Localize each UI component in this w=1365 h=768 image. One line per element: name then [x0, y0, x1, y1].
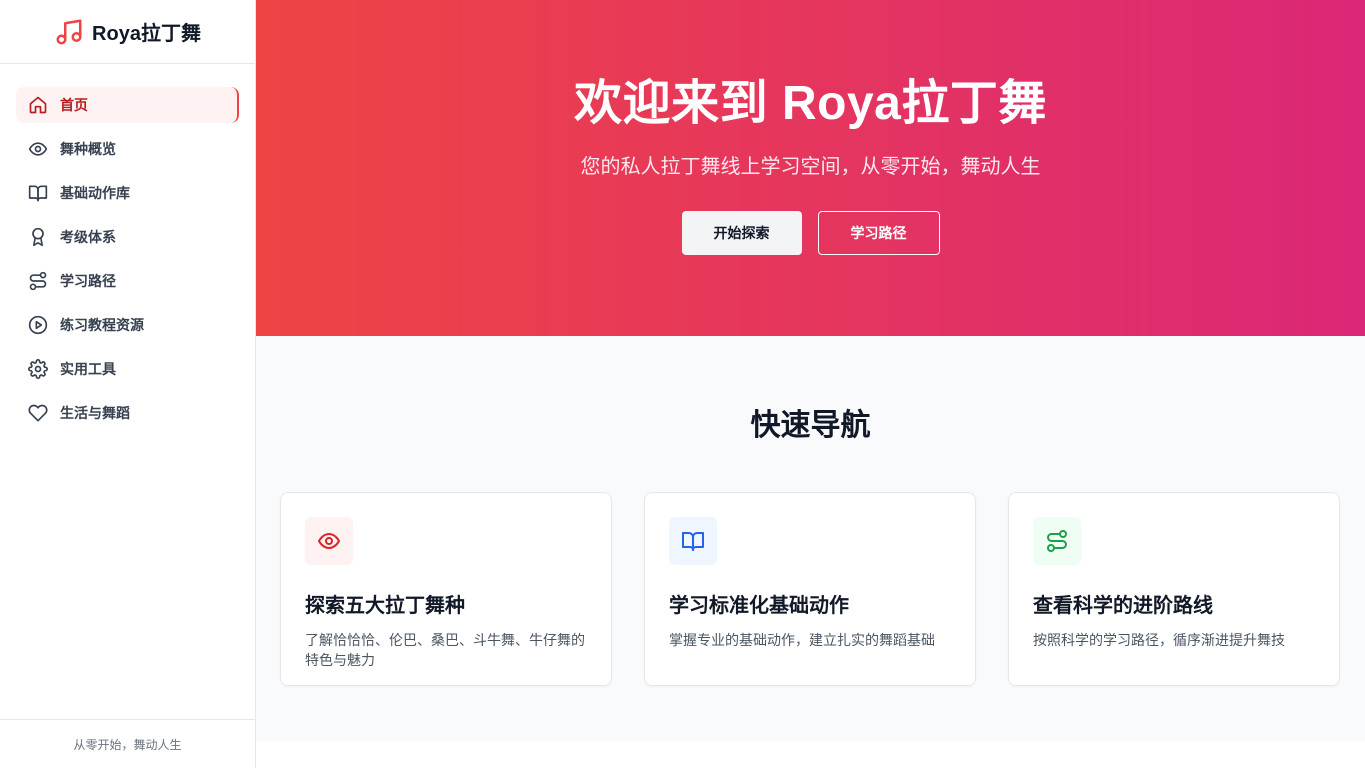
- sidebar-item-label: 考级体系: [60, 229, 116, 245]
- route-icon: [1033, 517, 1081, 565]
- hero-banner: 欢迎来到 Roya拉丁舞 您的私人拉丁舞线上学习空间，从零开始，舞动人生 开始探…: [256, 0, 1365, 336]
- learning-path-button[interactable]: 学习路径: [817, 211, 940, 255]
- brand[interactable]: Roya拉丁舞: [0, 0, 255, 64]
- card-title: 学习标准化基础动作: [669, 595, 849, 617]
- main-content: 欢迎来到 Roya拉丁舞 您的私人拉丁舞线上学习空间，从零开始，舞动人生 开始探…: [256, 0, 1365, 768]
- hero-title: 欢迎来到 Roya拉丁舞: [574, 77, 1047, 130]
- sidebar-nav: 首页 舞种概览 基础动作库 考级体系 学习路径 练习教程资源 实用工具 生活与舞…: [0, 64, 255, 431]
- card-title: 探索五大拉丁舞种: [305, 595, 465, 617]
- heart-icon: [28, 403, 48, 423]
- sidebar-item-tools[interactable]: 实用工具: [16, 351, 239, 387]
- sidebar-item-grading[interactable]: 考级体系: [16, 219, 239, 255]
- card-advanced-path[interactable]: 查看科学的进阶路线 按照科学的学习路径，循序渐进提升舞技: [1008, 492, 1340, 686]
- sidebar-item-dance-overview[interactable]: 舞种概览: [16, 131, 239, 167]
- quick-nav-cards: 探索五大拉丁舞种 了解恰恰恰、伦巴、桑巴、斗牛舞、牛仔舞的特色与魅力 学习标准化…: [256, 492, 1365, 686]
- sidebar-footer: 从零开始，舞动人生: [0, 719, 255, 768]
- play-circle-icon: [28, 315, 48, 335]
- hero-subtitle: 您的私人拉丁舞线上学习空间，从零开始，舞动人生: [580, 156, 1041, 178]
- music-note-icon: [54, 17, 84, 47]
- sidebar-item-label: 生活与舞蹈: [60, 405, 130, 421]
- sidebar-item-label: 学习路径: [60, 273, 116, 289]
- sidebar-item-learning-path[interactable]: 学习路径: [16, 263, 239, 299]
- card-explore-dances[interactable]: 探索五大拉丁舞种 了解恰恰恰、伦巴、桑巴、斗牛舞、牛仔舞的特色与魅力: [280, 492, 612, 686]
- start-explore-button[interactable]: 开始探索: [681, 211, 802, 255]
- sidebar-item-home[interactable]: 首页: [16, 87, 239, 123]
- section-title: 快速导航: [750, 409, 871, 442]
- sidebar-item-tutorials[interactable]: 练习教程资源: [16, 307, 239, 343]
- book-open-icon: [28, 183, 48, 203]
- sidebar-item-label: 基础动作库: [60, 185, 130, 201]
- sidebar-item-label: 首页: [60, 97, 88, 113]
- card-desc: 了解恰恰恰、伦巴、桑巴、斗牛舞、牛仔舞的特色与魅力: [305, 632, 585, 668]
- book-open-icon: [669, 517, 717, 565]
- home-icon: [28, 95, 48, 115]
- sidebar-item-label: 练习教程资源: [60, 317, 144, 333]
- award-icon: [28, 227, 48, 247]
- sidebar-item-label: 舞种概览: [60, 141, 116, 157]
- sidebar: Roya拉丁舞 首页 舞种概览 基础动作库 考级体系 学习路径 练习教程资源 实…: [0, 0, 256, 768]
- brand-title: Roya拉丁舞: [92, 23, 201, 45]
- sidebar-item-life-dance[interactable]: 生活与舞蹈: [16, 395, 239, 431]
- sidebar-item-label: 实用工具: [60, 361, 116, 377]
- quick-nav-section: 快速导航 探索五大拉丁舞种 了解恰恰恰、伦巴、桑巴、斗牛舞、牛仔舞的特色与魅力 …: [256, 336, 1365, 686]
- hero-buttons: 开始探索 学习路径: [681, 211, 940, 255]
- bottom-strip: [256, 741, 1365, 768]
- eye-icon: [28, 139, 48, 159]
- card-title: 查看科学的进阶路线: [1033, 595, 1213, 617]
- eye-icon: [305, 517, 353, 565]
- card-desc: 按照科学的学习路径，循序渐进提升舞技: [1033, 632, 1285, 648]
- card-desc: 掌握专业的基础动作，建立扎实的舞蹈基础: [669, 632, 935, 648]
- gear-icon: [28, 359, 48, 379]
- sidebar-item-basic-moves[interactable]: 基础动作库: [16, 175, 239, 211]
- route-icon: [28, 271, 48, 291]
- card-basic-moves[interactable]: 学习标准化基础动作 掌握专业的基础动作，建立扎实的舞蹈基础: [644, 492, 976, 686]
